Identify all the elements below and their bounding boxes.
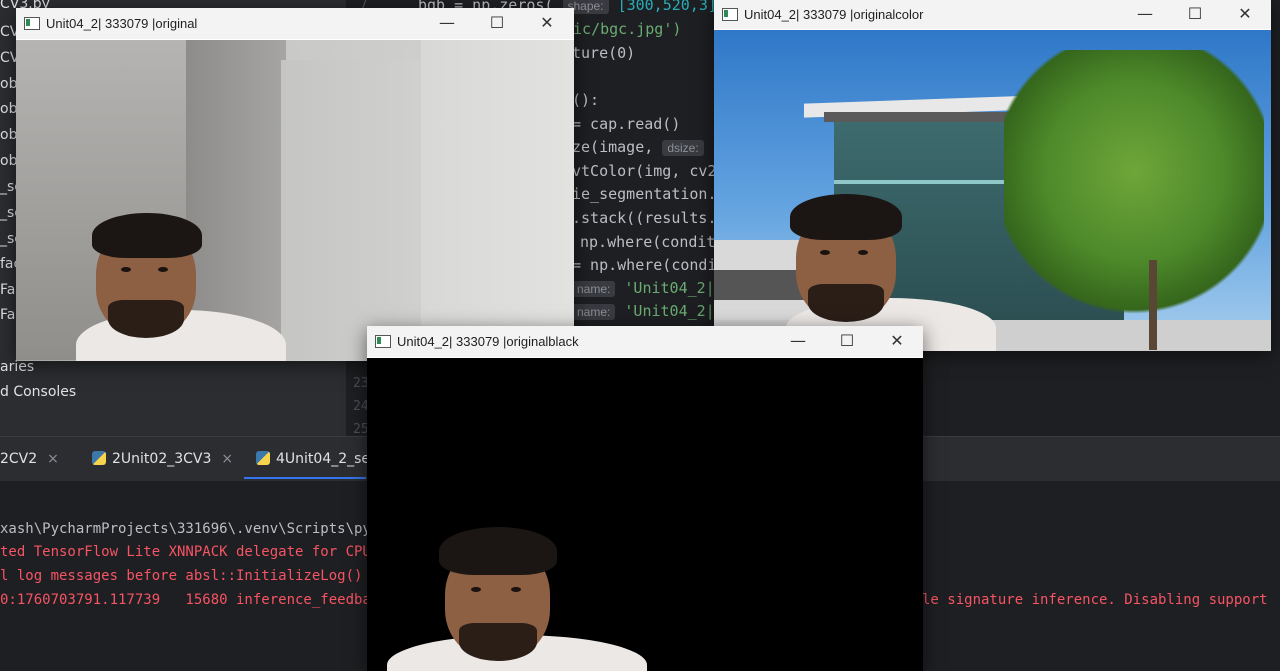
person — [76, 205, 286, 361]
project-item[interactable]: ob — [0, 127, 17, 143]
camera-feed-black-background — [367, 358, 923, 671]
code-line: = cap.read() — [572, 115, 681, 133]
close-icon[interactable]: ✕ — [874, 331, 920, 350]
tab-unit04-2-se[interactable]: 4Unit04_2_se — [256, 437, 370, 481]
app-icon — [24, 17, 40, 30]
app-icon — [375, 335, 391, 348]
console-line: ted TensorFlow Lite XNNPACK delegate for… — [0, 544, 371, 560]
window-title: Unit04_2| 333079 |original — [46, 16, 198, 31]
code-line: .stack((results.s — [572, 209, 726, 227]
console-line: 0:1760703791.117739 15680 inference_feed… — [0, 592, 371, 608]
tab-unit02-3cv3[interactable]: 2Unit02_3CV3 × — [92, 437, 233, 481]
maximize-icon[interactable]: ☐ — [474, 13, 520, 32]
window-titlebar[interactable]: Unit04_2| 333079 |originalcolor — ☐ ✕ — [714, 0, 1271, 29]
project-item[interactable]: Fa — [0, 307, 15, 323]
window-title: Unit04_2| 333079 |originalblack — [397, 334, 579, 349]
minimize-icon[interactable]: — — [775, 331, 821, 350]
code-line: (): — [572, 91, 600, 109]
code-line: ze(image, dsize: ( — [572, 138, 722, 156]
project-item-scratches-consoles[interactable]: d Consoles — [0, 384, 76, 400]
code-line: ture(0) — [572, 44, 636, 62]
param-hint: dsize: — [662, 140, 704, 156]
close-icon[interactable]: ✕ — [1222, 4, 1268, 23]
code-line: ie_segmentation.p — [572, 185, 726, 203]
project-item-external-libraries[interactable]: aries — [0, 359, 34, 375]
code-line: name: 'Unit04_2| — [572, 302, 715, 320]
console-line: l log messages before absl::InitializeLo… — [0, 568, 363, 584]
close-tab-icon[interactable]: × — [47, 451, 59, 467]
project-item[interactable]: ob — [0, 153, 17, 169]
param-hint: name: — [572, 281, 616, 297]
project-item[interactable]: ob — [0, 101, 17, 117]
code-line: vtColor(img, cv2. — [572, 162, 726, 180]
python-icon — [92, 451, 106, 465]
param-hint: name: — [572, 304, 616, 320]
code-line: pic/bgc.jpg') — [564, 20, 682, 38]
close-tab-icon[interactable]: × — [221, 451, 233, 467]
console-line: xash\PycharmProjects\331696\.venv\Script… — [0, 521, 371, 537]
active-tab-indicator — [244, 477, 366, 479]
python-icon — [256, 451, 270, 465]
tab-2cv2[interactable]: 2CV2 × — [0, 437, 59, 481]
code-line: np.where(conditi — [580, 233, 725, 251]
console-line: le signature inference. Disabling suppor… — [922, 592, 1268, 608]
window-original[interactable]: Unit04_2| 333079 |original — ☐ ✕ — [16, 8, 574, 361]
maximize-icon[interactable]: ☐ — [1172, 4, 1218, 23]
close-icon[interactable]: ✕ — [524, 13, 570, 32]
window-originalcolor[interactable]: Unit04_2| 333079 |originalcolor — ☐ ✕ — [714, 0, 1271, 351]
camera-feed-original — [16, 40, 574, 361]
window-originalblack[interactable]: Unit04_2| 333079 |originalblack — ☐ ✕ — [367, 326, 923, 671]
code-line: name: 'Unit04_2| — [572, 279, 715, 297]
maximize-icon[interactable]: ☐ — [824, 331, 870, 350]
window-title: Unit04_2| 333079 |originalcolor — [744, 7, 924, 22]
project-item[interactable]: ob — [0, 76, 17, 92]
app-icon — [722, 8, 738, 21]
window-titlebar[interactable]: Unit04_2| 333079 |original — ☐ ✕ — [16, 8, 574, 39]
minimize-icon[interactable]: — — [1122, 4, 1168, 23]
camera-feed-color-background — [714, 30, 1271, 351]
window-titlebar[interactable]: Unit04_2| 333079 |originalblack — ☐ ✕ — [367, 326, 923, 357]
project-item[interactable]: Fa — [0, 282, 15, 298]
person — [387, 523, 657, 671]
code-line: = np.where(condit — [572, 256, 726, 274]
minimize-icon[interactable]: — — [424, 13, 470, 32]
